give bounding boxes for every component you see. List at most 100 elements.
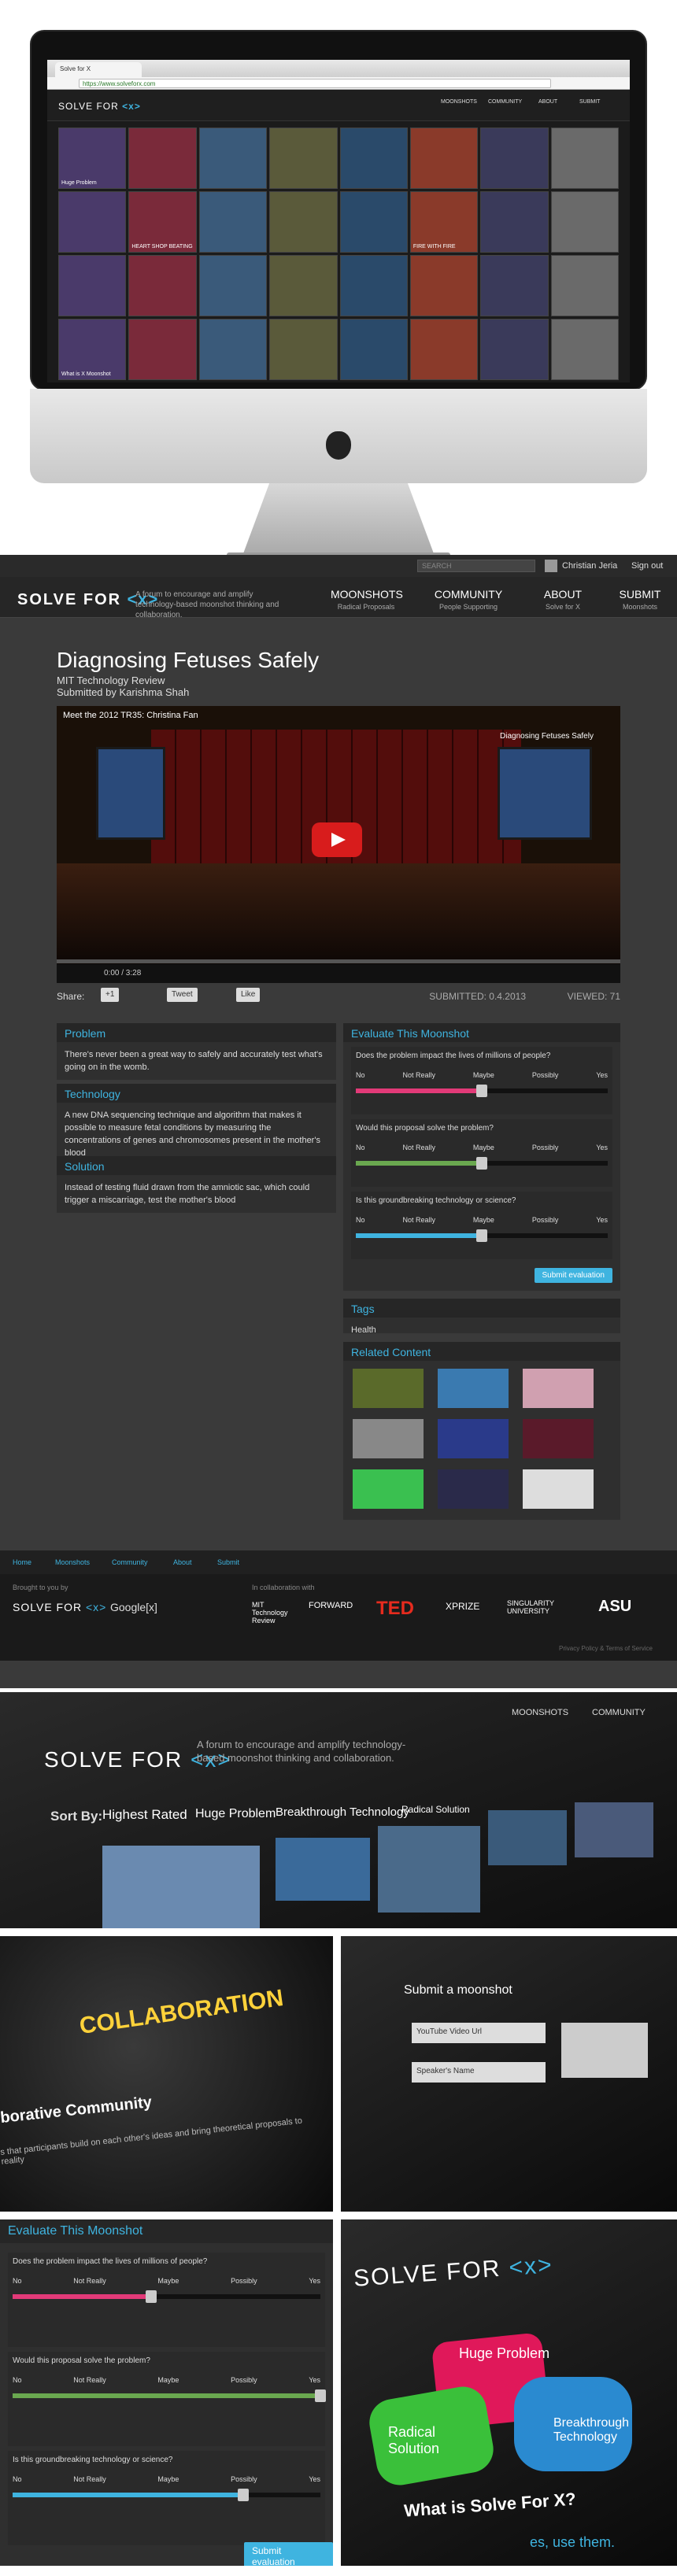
moonshot-tile[interactable] (409, 255, 479, 316)
scale-label: Possibly (231, 2277, 257, 2285)
rating-slider[interactable] (356, 1085, 608, 1097)
moonshot-tile[interactable]: HEART SHOP BEATING (128, 191, 197, 253)
moonshot-tile[interactable] (409, 128, 479, 189)
moonshot-tile[interactable] (339, 255, 408, 316)
slider-handle[interactable] (238, 2489, 250, 2501)
mini-nav-about[interactable]: ABOUT (538, 99, 557, 105)
nav-submit[interactable]: SUBMIT Moonshots (612, 588, 668, 611)
footer-about-link[interactable]: About (173, 1558, 192, 1566)
google-x-logo[interactable]: Google[x] (110, 1601, 157, 1613)
progress-bar[interactable] (57, 959, 620, 963)
moonshot-tile[interactable] (198, 191, 268, 253)
search-input[interactable]: SEARCH (417, 560, 535, 572)
moonshot-tile[interactable] (128, 255, 197, 316)
moonshot-tile[interactable] (339, 319, 408, 380)
gplus-button[interactable]: +1 (101, 988, 120, 1002)
nav-community[interactable]: COMMUNITY People Supporting (433, 588, 504, 611)
submit-evaluation-button[interactable]: Submit evaluation (534, 1268, 612, 1283)
rating-slider[interactable] (13, 2489, 320, 2501)
slider-handle[interactable] (145, 2290, 157, 2303)
footer-community-link[interactable]: Community (112, 1558, 148, 1566)
mini-nav-submit[interactable]: SUBMIT (579, 99, 600, 105)
moonshot-tile[interactable] (269, 255, 338, 316)
user-name[interactable]: Christian Jeria (562, 561, 617, 571)
related-panel: Related Content (343, 1342, 620, 1520)
related-thumb[interactable] (353, 1369, 424, 1408)
tag-item[interactable]: Health (343, 1318, 620, 1343)
signout-link[interactable]: Sign out (631, 561, 663, 571)
moonshot-tile[interactable] (550, 128, 619, 189)
scale-label: Possibly (531, 1216, 559, 1224)
moonshot-tile[interactable] (339, 191, 408, 253)
moonshot-tile[interactable] (269, 128, 338, 189)
tweet-button[interactable]: Tweet (167, 988, 198, 1002)
photo1-thumb (575, 1802, 653, 1857)
moonshot-tile[interactable]: FIRE WITH FIRE (409, 191, 479, 253)
related-thumb[interactable] (523, 1369, 594, 1408)
moonshot-tile[interactable] (480, 128, 549, 189)
like-button[interactable]: Like (236, 988, 261, 1002)
moonshot-tile[interactable] (339, 128, 408, 189)
slider-handle[interactable] (476, 1085, 487, 1097)
mini-nav-community[interactable]: COMMUNITY (488, 99, 522, 105)
moonshot-tile[interactable] (550, 191, 619, 253)
moonshot-tile[interactable] (198, 255, 268, 316)
related-thumb[interactable] (523, 1469, 594, 1509)
url-input[interactable]: https://www.solveforx.com (79, 79, 551, 88)
moonshot-tile[interactable] (269, 319, 338, 380)
partner-xprize[interactable]: XPRIZE (446, 1601, 479, 1612)
tile-label: What is X Moonshot (61, 371, 111, 377)
video-player[interactable]: Diagnosing Fetuses Safely Meet the 2012 … (57, 706, 620, 983)
rating-slider[interactable] (356, 1157, 608, 1170)
nav-sub: Solve for X (545, 603, 581, 611)
moonshot-tile[interactable] (480, 255, 549, 316)
slider-handle[interactable] (315, 2389, 326, 2402)
play-icon[interactable] (312, 822, 362, 857)
moonshot-tile[interactable] (198, 319, 268, 380)
related-thumb[interactable] (523, 1419, 594, 1458)
related-thumb[interactable] (353, 1469, 424, 1509)
scale-label: Possibly (531, 1071, 559, 1079)
footer-home-link[interactable]: Home (13, 1558, 31, 1566)
moonshot-tile[interactable] (409, 319, 479, 380)
moonshot-tile[interactable] (128, 128, 197, 189)
slider-handle[interactable] (476, 1157, 487, 1170)
scale-label: No (13, 2376, 22, 2384)
partner-forward[interactable]: FORWARD (309, 1601, 353, 1610)
moonshot-tile[interactable]: Huge Problem (58, 128, 127, 189)
partner-asu[interactable]: ASU (598, 1598, 631, 1616)
moonshot-tile[interactable] (58, 191, 127, 253)
related-thumb[interactable] (438, 1469, 509, 1509)
moonshot-tile[interactable] (128, 319, 197, 380)
footer-moonshots-link[interactable]: Moonshots (55, 1558, 90, 1566)
moonshot-tile[interactable] (480, 191, 549, 253)
mini-nav-moonshots[interactable]: MOONSHOTS (441, 99, 477, 105)
rating-slider[interactable] (13, 2389, 326, 2402)
footer-logo-x: <x> (85, 1601, 107, 1613)
partner-ted[interactable]: TED (376, 1598, 414, 1620)
related-thumb[interactable] (353, 1419, 424, 1458)
moonshot-tile[interactable] (550, 255, 619, 316)
partner-mit[interactable]: MIT Technology Review (252, 1601, 299, 1624)
footer-submit-link[interactable]: Submit (217, 1558, 239, 1566)
moonshot-tile[interactable]: What is X Moonshot (58, 319, 127, 380)
mini-logo[interactable]: SOLVE FOR <x> (58, 101, 141, 112)
browser-tab[interactable]: Solve for X (55, 62, 142, 77)
related-thumb[interactable] (438, 1369, 509, 1408)
question-text: Is this groundbreaking technology or sci… (13, 2456, 173, 2464)
partner-singularity[interactable]: SINGULARITY UNIVERSITY (507, 1599, 570, 1615)
rating-slider[interactable] (356, 1229, 608, 1242)
slider-handle[interactable] (476, 1229, 487, 1242)
nav-moonshots[interactable]: MOONSHOTS Radical Proposals (331, 588, 403, 611)
moonshot-tile[interactable] (58, 255, 127, 316)
related-thumb[interactable] (438, 1419, 509, 1458)
footer-logo[interactable]: SOLVE FOR <x> (13, 1601, 106, 1613)
moonshot-tile[interactable] (269, 191, 338, 253)
moonshot-tile[interactable] (550, 319, 619, 380)
nav-about[interactable]: ABOUT Solve for X (535, 588, 590, 611)
moonshot-tile[interactable] (198, 128, 268, 189)
moonshot-tile[interactable] (480, 319, 549, 380)
rating-slider[interactable] (13, 2290, 320, 2303)
avatar[interactable] (545, 560, 557, 572)
legal-link[interactable]: Privacy Policy & Terms of Service (559, 1645, 653, 1652)
